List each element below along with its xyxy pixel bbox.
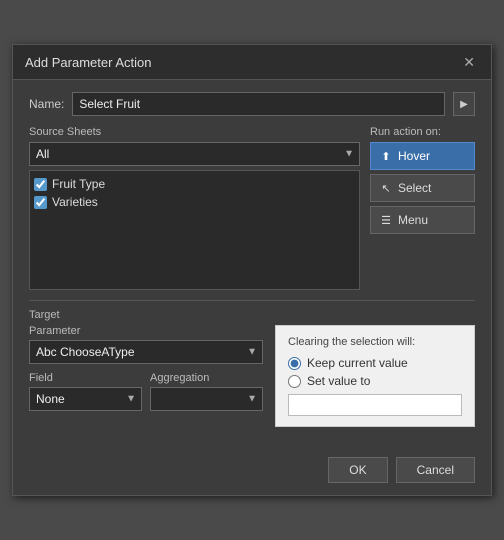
target-left: Parameter Abc ChooseAType ▼ Field <box>29 325 263 415</box>
sheet-list: Fruit Type Varieties <box>29 170 360 290</box>
select-icon: ↖ <box>379 182 393 195</box>
ok-button[interactable]: OK <box>328 457 387 483</box>
set-value-label: Set value to <box>307 374 370 388</box>
source-sheets-section: Source Sheets All ▼ Fruit Type Varieties <box>29 126 360 290</box>
name-row: Name: ▶ <box>29 92 475 116</box>
name-label: Name: <box>29 97 64 111</box>
parameter-label: Parameter <box>29 325 263 337</box>
set-value-radio[interactable] <box>288 375 301 388</box>
list-item: Fruit Type <box>34 175 355 193</box>
field-column: Field None ▼ <box>29 372 142 415</box>
list-item: Varieties <box>34 193 355 211</box>
source-sheets-label: Source Sheets <box>29 126 360 138</box>
field-agg-row: Field None ▼ Aggregation <box>29 372 263 415</box>
source-sheets-dropdown-wrap: All ▼ <box>29 142 360 166</box>
keep-current-row: Keep current value <box>288 356 462 370</box>
select-label: Select <box>398 181 431 195</box>
field-dropdown-wrap: None ▼ <box>29 387 142 411</box>
field-label: Field <box>29 372 142 384</box>
aggregation-column: Aggregation ▼ <box>150 372 263 415</box>
hover-button[interactable]: ⬆ Hover <box>370 142 475 170</box>
clearing-title: Clearing the selection will: <box>288 336 462 348</box>
parameter-dropdown[interactable]: Abc ChooseAType <box>29 340 263 364</box>
cancel-button[interactable]: Cancel <box>396 457 475 483</box>
close-button[interactable]: ✕ <box>459 53 479 71</box>
add-parameter-action-dialog: Add Parameter Action ✕ Name: ▶ Source Sh… <box>12 44 492 496</box>
fruit-type-label: Fruit Type <box>52 177 105 191</box>
keep-current-label: Keep current value <box>307 356 408 370</box>
dialog-title: Add Parameter Action <box>25 55 151 70</box>
dialog-body: Name: ▶ Source Sheets All ▼ Fruit Type <box>13 80 491 447</box>
field-dropdown[interactable]: None <box>29 387 142 411</box>
fruit-type-checkbox[interactable] <box>34 178 47 191</box>
keep-current-radio[interactable] <box>288 357 301 370</box>
run-action-label: Run action on: <box>370 126 475 138</box>
menu-label: Menu <box>398 213 428 227</box>
set-value-input[interactable] <box>288 394 462 416</box>
section-divider <box>29 300 475 301</box>
hover-icon: ⬆ <box>379 150 393 163</box>
hover-label: Hover <box>398 149 430 163</box>
target-row: Parameter Abc ChooseAType ▼ Field <box>29 325 475 427</box>
clearing-box: Clearing the selection will: Keep curren… <box>275 325 475 427</box>
dialog-titlebar: Add Parameter Action ✕ <box>13 45 491 80</box>
target-section: Target Parameter Abc ChooseAType ▼ Field <box>29 309 475 427</box>
set-value-row: Set value to <box>288 374 462 388</box>
varieties-label: Varieties <box>52 195 98 209</box>
aggregation-label: Aggregation <box>150 372 263 384</box>
name-icon-button[interactable]: ▶ <box>453 92 475 116</box>
menu-button[interactable]: ☰ Menu <box>370 206 475 234</box>
name-input[interactable] <box>72 92 445 116</box>
source-run-row: Source Sheets All ▼ Fruit Type Varieties <box>29 126 475 290</box>
aggregation-dropdown-wrap: ▼ <box>150 387 263 411</box>
parameter-dropdown-wrap: Abc ChooseAType ▼ <box>29 340 263 364</box>
menu-icon: ☰ <box>379 214 393 227</box>
dialog-footer: OK Cancel <box>13 447 491 495</box>
run-action-section: Run action on: ⬆ Hover ↖ Select ☰ Menu <box>370 126 475 290</box>
select-button[interactable]: ↖ Select <box>370 174 475 202</box>
varieties-checkbox[interactable] <box>34 196 47 209</box>
aggregation-dropdown[interactable] <box>150 387 263 411</box>
target-label: Target <box>29 309 475 321</box>
source-sheets-dropdown[interactable]: All <box>29 142 360 166</box>
